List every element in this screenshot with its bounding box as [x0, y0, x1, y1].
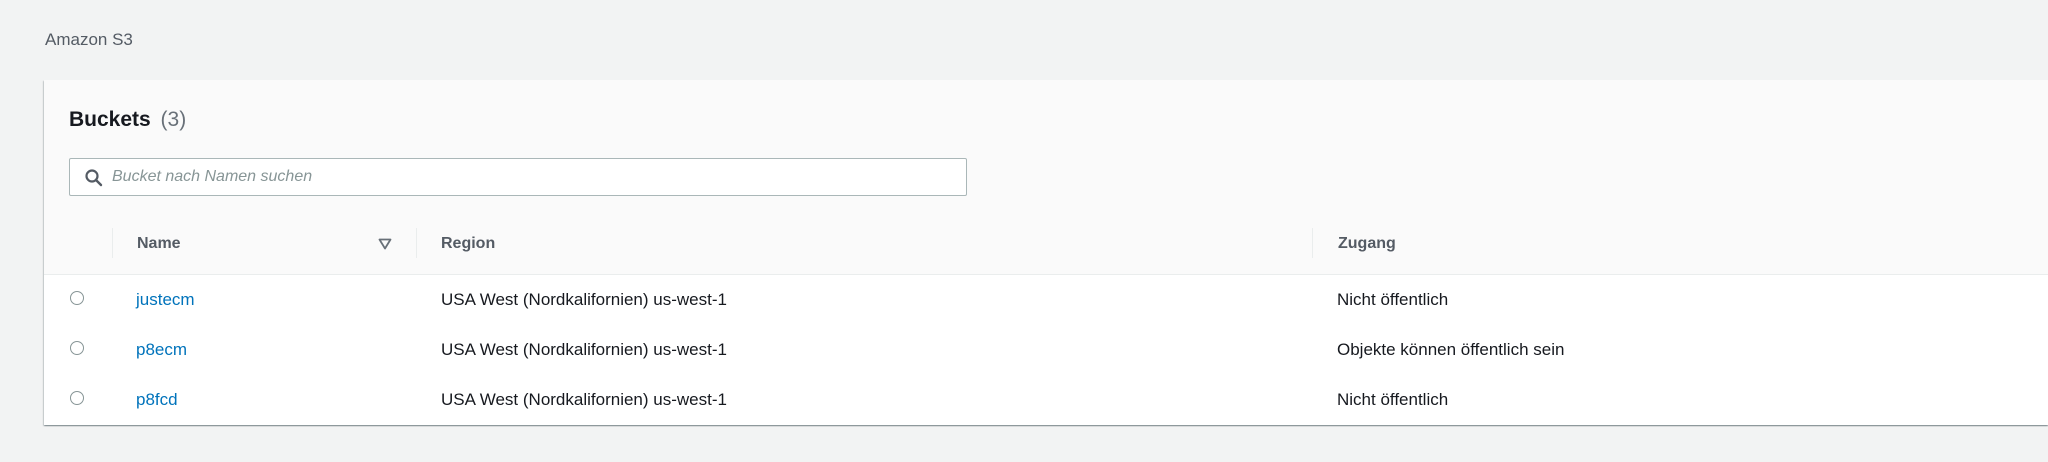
bucket-name-cell: p8ecm	[136, 325, 187, 375]
bucket-name-cell: p8fcd	[136, 375, 178, 425]
buckets-panel: Buckets (3) Name Region Zugang justecm U…	[44, 80, 2048, 425]
bucket-region: USA West (Nordkalifornien) us-west-1	[441, 340, 727, 359]
bucket-name-link[interactable]: p8ecm	[136, 340, 187, 359]
bucket-count: (3)	[160, 108, 187, 131]
table-row[interactable]: p8ecm USA West (Nordkalifornien) us-west…	[44, 325, 2048, 376]
column-divider	[112, 228, 113, 258]
bucket-region: USA West (Nordkalifornien) us-west-1	[441, 390, 727, 409]
column-divider	[416, 228, 417, 258]
bucket-access: Nicht öffentlich	[1337, 390, 1449, 409]
row-select-radio[interactable]	[70, 391, 84, 405]
bucket-access: Nicht öffentlich	[1337, 290, 1449, 309]
table-row[interactable]: p8fcd USA West (Nordkalifornien) us-west…	[44, 375, 2048, 425]
bucket-name-link[interactable]: p8fcd	[136, 390, 178, 409]
table-row[interactable]: justecm USA West (Nordkalifornien) us-we…	[44, 275, 2048, 326]
column-header-name[interactable]: Name	[137, 214, 181, 274]
search-box[interactable]	[69, 158, 967, 196]
panel-title: Buckets (3)	[69, 108, 186, 132]
panel-header: Buckets (3)	[44, 80, 2048, 215]
bucket-name-link[interactable]: justecm	[136, 290, 195, 309]
search-input[interactable]	[112, 159, 952, 195]
bucket-name-cell: justecm	[136, 275, 195, 325]
row-select-radio[interactable]	[70, 291, 84, 305]
panel-title-text: Buckets	[69, 108, 151, 131]
column-header-access[interactable]: Zugang	[1338, 214, 1396, 274]
row-select-radio[interactable]	[70, 341, 84, 355]
breadcrumb[interactable]: Amazon S3	[45, 30, 133, 50]
column-divider	[1312, 228, 1313, 258]
sort-descending-icon[interactable]	[378, 238, 392, 250]
search-icon	[85, 169, 103, 187]
bucket-access: Objekte können öffentlich sein	[1337, 340, 1565, 359]
column-header-region[interactable]: Region	[441, 214, 495, 274]
table-header: Name Region Zugang	[44, 214, 2048, 275]
bucket-region: USA West (Nordkalifornien) us-west-1	[441, 290, 727, 309]
